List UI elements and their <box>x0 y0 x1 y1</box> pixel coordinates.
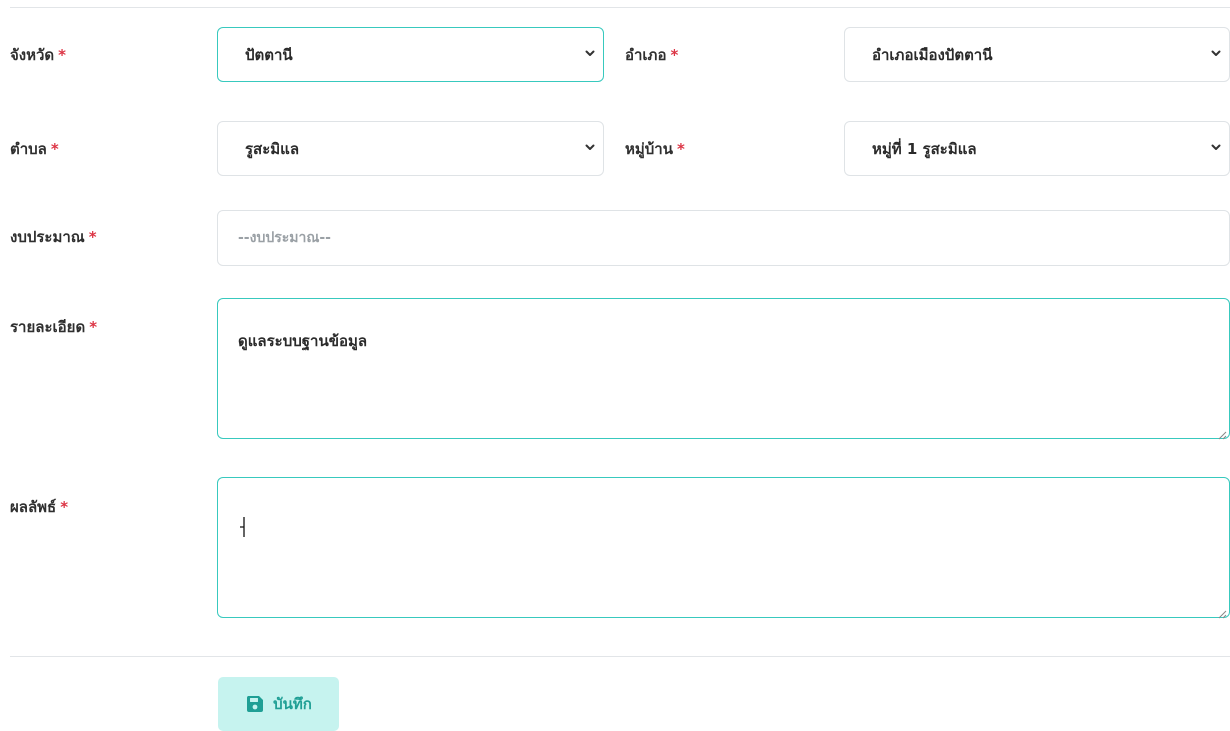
result-label: ผลลัพธ์ * <box>10 497 68 517</box>
district-select[interactable]: อำเภอเมืองปัตตานี <box>844 27 1230 82</box>
village-select[interactable]: หมู่ที่ 1 รูสะมิแล <box>844 121 1230 176</box>
required-mark: * <box>670 46 679 64</box>
chevron-down-icon <box>1211 142 1221 152</box>
required-mark: * <box>89 318 98 336</box>
save-button[interactable]: บันทึก <box>218 677 339 731</box>
budget-input[interactable]: --งบประมาณ-- <box>217 210 1230 266</box>
budget-label: งบประมาณ * <box>10 227 97 247</box>
save-button-label: บันทึก <box>273 695 312 713</box>
subdistrict-select-value: รูสะมิแล <box>245 139 300 158</box>
required-mark: * <box>60 498 69 516</box>
details-label-text: รายละเอียด <box>10 318 86 336</box>
required-mark: * <box>676 140 685 158</box>
floppy-disk-icon <box>247 696 264 712</box>
budget-placeholder: --งบประมาณ-- <box>238 230 331 246</box>
subdistrict-select[interactable]: รูสะมิแล <box>217 121 604 176</box>
province-label: จังหวัด * <box>10 45 66 65</box>
bottom-divider <box>10 656 1230 657</box>
result-textarea[interactable] <box>217 477 1230 619</box>
subdistrict-label-text: ตำบล <box>10 140 47 158</box>
chevron-down-icon <box>585 142 595 152</box>
details-text: ดูแลระบบฐานข้อมูล <box>238 332 368 350</box>
required-mark: * <box>50 140 59 158</box>
village-label-text: หมู่บ้าน <box>625 140 673 158</box>
district-select-value: อำเภอเมืองปัตตานี <box>872 45 993 64</box>
province-select[interactable]: ปัตตานี <box>217 27 604 82</box>
province-label-text: จังหวัด <box>10 46 55 64</box>
details-textarea[interactable]: ดูแลระบบฐานข้อมูล <box>217 298 1230 440</box>
subdistrict-label: ตำบล * <box>10 139 59 159</box>
result-label-text: ผลลัพธ์ <box>10 498 57 516</box>
district-label-text: อำเภอ <box>625 46 667 64</box>
resize-handle-icon[interactable] <box>1217 426 1227 440</box>
top-divider <box>10 7 1230 8</box>
village-label: หมู่บ้าน * <box>625 139 685 159</box>
village-select-value: หมู่ที่ 1 รูสะมิแล <box>872 139 977 158</box>
chevron-down-icon <box>585 48 595 58</box>
required-mark: * <box>58 46 67 64</box>
budget-label-text: งบประมาณ <box>10 228 85 246</box>
text-cursor-icon <box>239 516 249 538</box>
chevron-down-icon <box>1211 48 1221 58</box>
required-mark: * <box>88 228 97 246</box>
district-label: อำเภอ * <box>625 45 678 65</box>
resize-handle-icon[interactable] <box>1217 605 1227 619</box>
details-label: รายละเอียด * <box>10 317 97 337</box>
province-select-value: ปัตตานี <box>245 45 293 64</box>
